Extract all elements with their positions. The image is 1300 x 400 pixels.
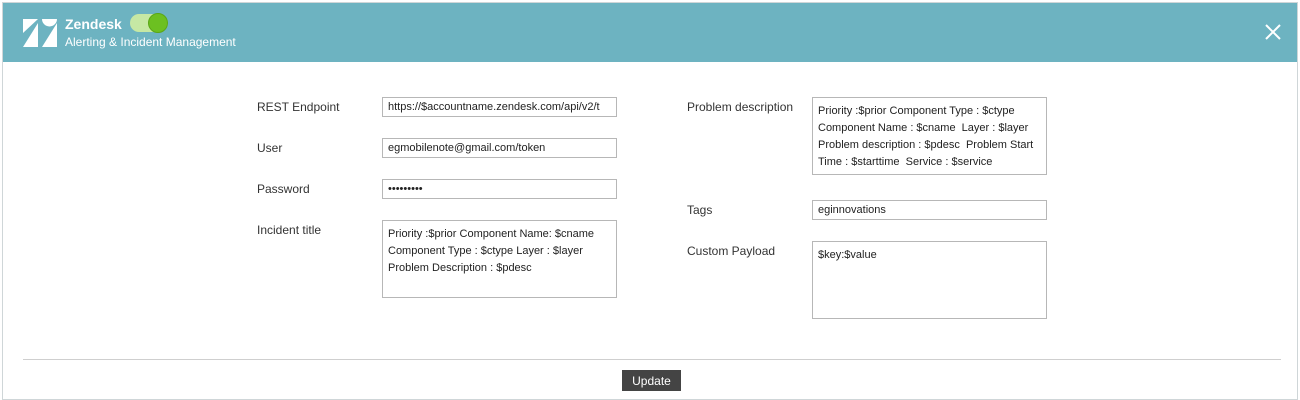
incident-title-textarea[interactable]: Priority :$prior Component Name: $cname … xyxy=(382,220,617,298)
password-label: Password xyxy=(257,182,310,196)
incident-title-label: Incident title xyxy=(257,223,322,237)
rest-endpoint-label: REST Endpoint xyxy=(257,100,340,114)
user-input[interactable]: egmobilenote@gmail.com/token xyxy=(382,138,617,158)
problem-description-label: Problem description xyxy=(687,100,794,114)
custom-payload-textarea[interactable]: $key:$value xyxy=(812,241,1047,319)
zendesk-logo-icon xyxy=(23,19,57,47)
user-label: User xyxy=(257,141,283,155)
enable-toggle[interactable] xyxy=(130,13,168,33)
update-button[interactable]: Update xyxy=(622,370,681,391)
password-input[interactable]: ••••••••• xyxy=(382,179,617,199)
rest-endpoint-input[interactable]: https://$accountname.zendesk.com/api/v2/… xyxy=(382,97,617,117)
custom-payload-label: Custom Payload xyxy=(687,244,776,258)
app-subtitle: Alerting & Incident Management xyxy=(65,35,236,49)
tags-input[interactable]: eginnovations xyxy=(812,200,1047,220)
integration-dialog: Zendesk Alerting & Incident Management R… xyxy=(2,2,1298,400)
toggle-knob xyxy=(148,13,168,33)
dialog-header: Zendesk Alerting & Incident Management xyxy=(3,3,1297,62)
close-icon[interactable] xyxy=(1263,22,1283,42)
tags-label: Tags xyxy=(687,203,713,217)
footer-divider xyxy=(23,359,1281,360)
app-name: Zendesk xyxy=(65,16,122,32)
problem-description-textarea[interactable]: Priority :$prior Component Type : $ctype… xyxy=(812,97,1047,175)
